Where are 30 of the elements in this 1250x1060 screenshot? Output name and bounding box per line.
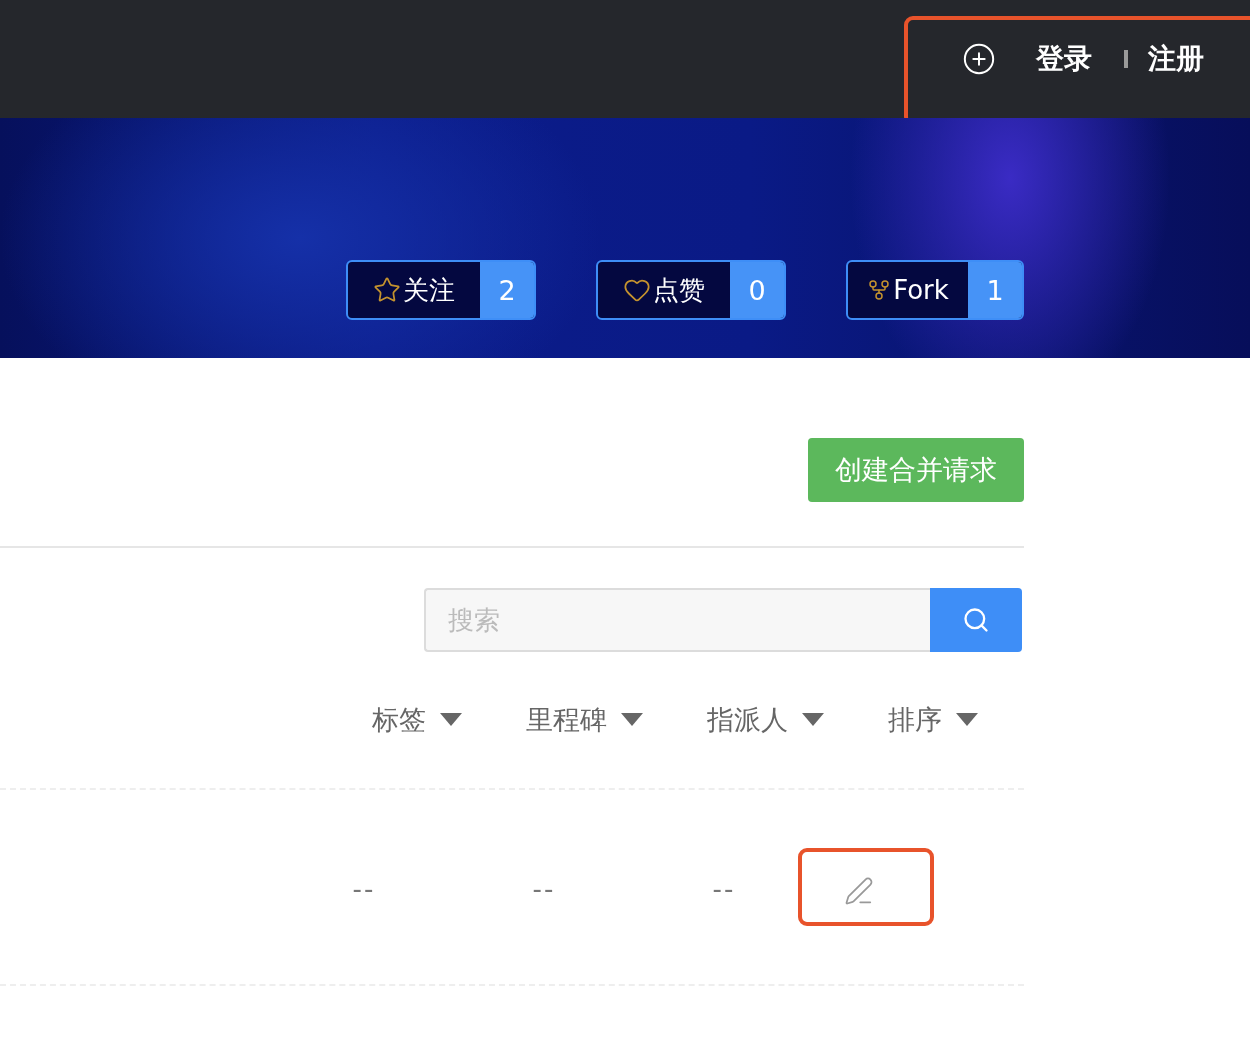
table-cell-text: -- xyxy=(531,873,557,904)
stat-button[interactable]: Fork 1 xyxy=(846,260,1024,320)
search-button[interactable] xyxy=(930,588,1022,652)
stat-button[interactable]: 点赞 0 xyxy=(596,260,786,320)
stat-label: 点赞 xyxy=(653,273,705,307)
stat-count: 2 xyxy=(480,262,534,318)
register-link[interactable]: 注册 xyxy=(1148,40,1204,78)
caret-icon xyxy=(621,713,643,727)
star-icon xyxy=(373,276,401,304)
caret-icon xyxy=(956,713,978,727)
table-cell-text: -- xyxy=(351,873,377,904)
filter-dropdown[interactable]: 排序 xyxy=(888,702,978,738)
edit-button[interactable] xyxy=(844,876,874,906)
filter-dropdown[interactable]: 指派人 xyxy=(707,702,824,738)
table-cell-text: -- xyxy=(711,873,737,904)
stat-label: Fork xyxy=(893,275,949,305)
fork-icon xyxy=(867,278,892,302)
stat-count: 0 xyxy=(730,262,784,318)
filter-dropdown[interactable]: 里程碑 xyxy=(526,702,643,738)
login-link[interactable]: 登录 xyxy=(1036,40,1092,78)
stat-count: 1 xyxy=(968,262,1022,318)
edit-icon xyxy=(844,876,874,906)
caret-icon xyxy=(802,713,824,727)
add-icon[interactable] xyxy=(962,42,996,76)
search-field[interactable]: 搜索 xyxy=(424,588,930,652)
caret-icon xyxy=(440,713,462,727)
search-icon xyxy=(962,606,990,634)
stat-label: 关注 xyxy=(403,273,455,307)
filter-dropdown[interactable]: 标签 xyxy=(372,702,462,738)
stat-button[interactable]: 关注 2 xyxy=(346,260,536,320)
